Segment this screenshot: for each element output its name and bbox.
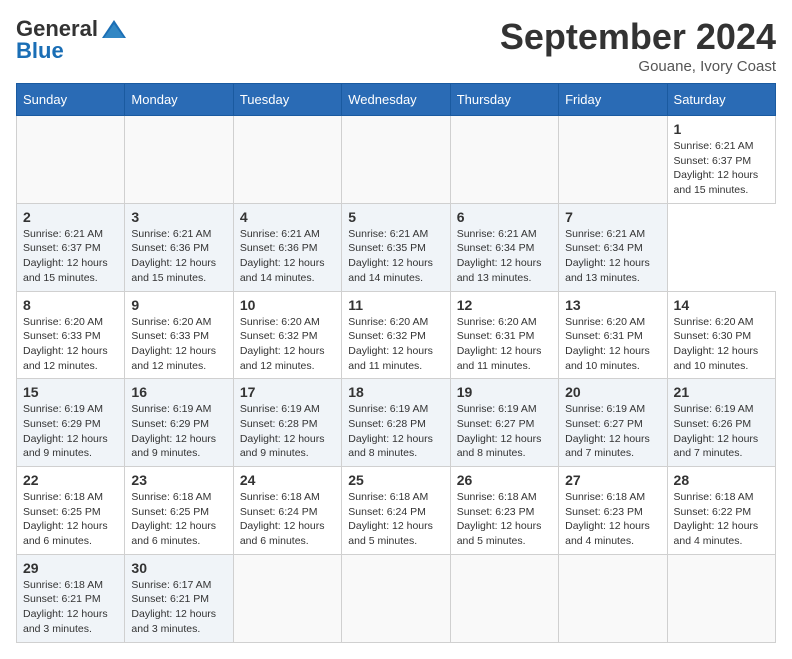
logo: General Blue <box>16 16 128 64</box>
calendar-cell-empty <box>559 116 667 204</box>
calendar-row: 22Sunrise: 6:18 AMSunset: 6:25 PMDayligh… <box>17 467 776 555</box>
calendar-cell: 21Sunrise: 6:19 AMSunset: 6:26 PMDayligh… <box>667 379 775 467</box>
calendar-cell: 19Sunrise: 6:19 AMSunset: 6:27 PMDayligh… <box>450 379 558 467</box>
calendar-cell: 8Sunrise: 6:20 AMSunset: 6:33 PMDaylight… <box>17 291 125 379</box>
calendar-body: 1Sunrise: 6:21 AMSunset: 6:37 PMDaylight… <box>17 116 776 643</box>
calendar-header-row: SundayMondayTuesdayWednesdayThursdayFrid… <box>17 84 776 116</box>
calendar-header-cell: Tuesday <box>233 84 341 116</box>
calendar-cell: 27Sunrise: 6:18 AMSunset: 6:23 PMDayligh… <box>559 467 667 555</box>
logo-icon <box>100 18 128 40</box>
title-section: September 2024 Gouane, Ivory Coast <box>500 16 776 75</box>
calendar-cell: 26Sunrise: 6:18 AMSunset: 6:23 PMDayligh… <box>450 467 558 555</box>
calendar-cell-empty <box>559 554 667 642</box>
calendar-cell: 25Sunrise: 6:18 AMSunset: 6:24 PMDayligh… <box>342 467 450 555</box>
calendar-cell-empty <box>450 116 558 204</box>
calendar-cell: 11Sunrise: 6:20 AMSunset: 6:32 PMDayligh… <box>342 291 450 379</box>
calendar-cell: 24Sunrise: 6:18 AMSunset: 6:24 PMDayligh… <box>233 467 341 555</box>
calendar-header-cell: Thursday <box>450 84 558 116</box>
page-header: General Blue September 2024 Gouane, Ivor… <box>16 16 776 75</box>
calendar-cell: 6Sunrise: 6:21 AMSunset: 6:34 PMDaylight… <box>450 203 558 291</box>
calendar-header-cell: Monday <box>125 84 233 116</box>
calendar-header-cell: Friday <box>559 84 667 116</box>
calendar-cell: 29Sunrise: 6:18 AMSunset: 6:21 PMDayligh… <box>17 554 125 642</box>
calendar-cell: 3Sunrise: 6:21 AMSunset: 6:36 PMDaylight… <box>125 203 233 291</box>
calendar-cell: 28Sunrise: 6:18 AMSunset: 6:22 PMDayligh… <box>667 467 775 555</box>
calendar-cell: 5Sunrise: 6:21 AMSunset: 6:35 PMDaylight… <box>342 203 450 291</box>
logo-blue: Blue <box>16 38 64 64</box>
calendar-cell-empty <box>17 116 125 204</box>
calendar-cell-empty <box>233 116 341 204</box>
calendar-cell: 1Sunrise: 6:21 AMSunset: 6:37 PMDaylight… <box>667 116 775 204</box>
calendar-cell: 10Sunrise: 6:20 AMSunset: 6:32 PMDayligh… <box>233 291 341 379</box>
calendar-cell: 16Sunrise: 6:19 AMSunset: 6:29 PMDayligh… <box>125 379 233 467</box>
calendar-cell: 18Sunrise: 6:19 AMSunset: 6:28 PMDayligh… <box>342 379 450 467</box>
calendar-cell: 20Sunrise: 6:19 AMSunset: 6:27 PMDayligh… <box>559 379 667 467</box>
calendar-cell-empty <box>342 554 450 642</box>
calendar-cell: 15Sunrise: 6:19 AMSunset: 6:29 PMDayligh… <box>17 379 125 467</box>
calendar-cell: 13Sunrise: 6:20 AMSunset: 6:31 PMDayligh… <box>559 291 667 379</box>
location: Gouane, Ivory Coast <box>500 58 776 75</box>
calendar-table: SundayMondayTuesdayWednesdayThursdayFrid… <box>16 83 776 643</box>
calendar-header-cell: Saturday <box>667 84 775 116</box>
calendar-row: 2Sunrise: 6:21 AMSunset: 6:37 PMDaylight… <box>17 203 776 291</box>
calendar-cell: 4Sunrise: 6:21 AMSunset: 6:36 PMDaylight… <box>233 203 341 291</box>
calendar-row: 8Sunrise: 6:20 AMSunset: 6:33 PMDaylight… <box>17 291 776 379</box>
month-title: September 2024 <box>500 16 776 58</box>
calendar-cell: 30Sunrise: 6:17 AMSunset: 6:21 PMDayligh… <box>125 554 233 642</box>
calendar-cell: 22Sunrise: 6:18 AMSunset: 6:25 PMDayligh… <box>17 467 125 555</box>
calendar-cell-empty <box>342 116 450 204</box>
calendar-cell-empty <box>450 554 558 642</box>
calendar-cell: 2Sunrise: 6:21 AMSunset: 6:37 PMDaylight… <box>17 203 125 291</box>
calendar-row: 1Sunrise: 6:21 AMSunset: 6:37 PMDaylight… <box>17 116 776 204</box>
calendar-cell: 9Sunrise: 6:20 AMSunset: 6:33 PMDaylight… <box>125 291 233 379</box>
calendar-cell-empty <box>125 116 233 204</box>
calendar-row: 15Sunrise: 6:19 AMSunset: 6:29 PMDayligh… <box>17 379 776 467</box>
calendar-cell: 7Sunrise: 6:21 AMSunset: 6:34 PMDaylight… <box>559 203 667 291</box>
calendar-cell-empty <box>233 554 341 642</box>
calendar-cell: 12Sunrise: 6:20 AMSunset: 6:31 PMDayligh… <box>450 291 558 379</box>
calendar-cell-empty <box>667 554 775 642</box>
calendar-cell: 17Sunrise: 6:19 AMSunset: 6:28 PMDayligh… <box>233 379 341 467</box>
calendar-header-cell: Sunday <box>17 84 125 116</box>
calendar-cell: 14Sunrise: 6:20 AMSunset: 6:30 PMDayligh… <box>667 291 775 379</box>
calendar-header-cell: Wednesday <box>342 84 450 116</box>
calendar-cell: 23Sunrise: 6:18 AMSunset: 6:25 PMDayligh… <box>125 467 233 555</box>
calendar-row: 29Sunrise: 6:18 AMSunset: 6:21 PMDayligh… <box>17 554 776 642</box>
